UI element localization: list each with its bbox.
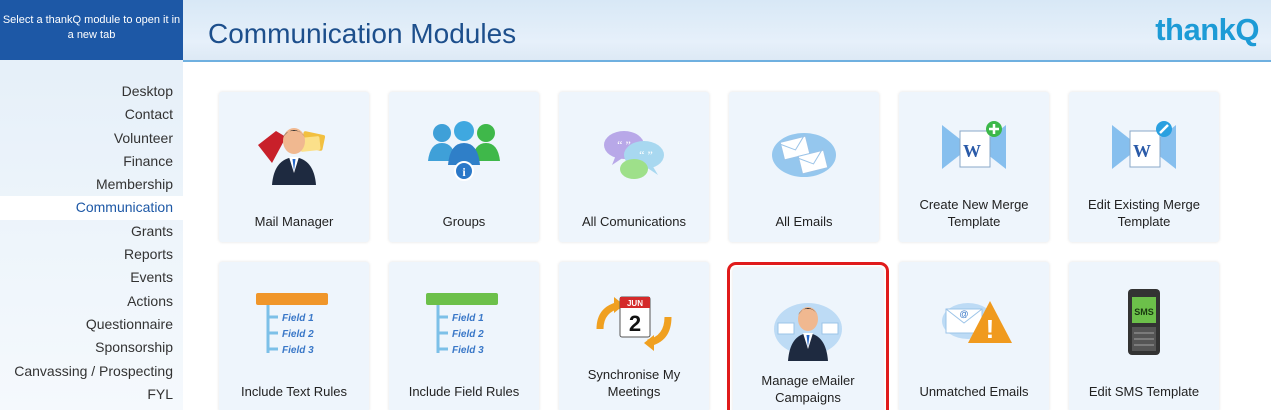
text-rules-icon: Field 1 Field 2 Field 3: [256, 293, 328, 356]
tile-label: Edit SMS Template: [1088, 384, 1200, 399]
rule-field-3: Field 3: [282, 345, 314, 356]
nav-item-grants[interactable]: Grants: [0, 220, 183, 243]
nav-item-questionnaire[interactable]: Questionnaire: [0, 313, 183, 336]
word-edit-icon: W: [1112, 121, 1176, 169]
tile-mail-manager[interactable]: Mail Manager: [219, 92, 369, 242]
nav-item-reports[interactable]: Reports: [0, 243, 183, 266]
svg-text:“ ”: “ ”: [639, 148, 653, 162]
module-grid: Mail Manager i Groups “ ” “ ” All Comuni…: [183, 62, 1271, 410]
nav-item-desktop[interactable]: Desktop: [0, 80, 183, 103]
tile-groups[interactable]: i Groups: [389, 92, 539, 242]
tile-label: All Comunications: [581, 214, 687, 229]
field-rules-icon: Field 1 Field 2 Field 3: [426, 293, 498, 356]
tile-label: All Emails: [775, 214, 833, 229]
svg-text:W: W: [963, 141, 981, 161]
tile-include-field-rules[interactable]: Field 1 Field 2 Field 3 Include Field Ru…: [389, 262, 539, 410]
tile-label: Unmatched Emails: [919, 384, 1029, 399]
tile-synchronise-my-meetings[interactable]: JUN 2 Synchronise My Meetings: [559, 262, 709, 410]
tile-edit-existing-merge-template[interactable]: W Edit Existing Merge Template: [1069, 92, 1219, 242]
sms-text: SMS: [1134, 307, 1154, 317]
tile-label: Include Text Rules: [241, 384, 347, 399]
emailer-person-icon: [774, 303, 842, 361]
tile-unmatched-emails[interactable]: @ ! Unmatched Emails: [899, 262, 1049, 410]
nav-item-canvassing-prospecting[interactable]: Canvassing / Prospecting: [0, 360, 183, 383]
rule-field-1: Field 1: [282, 313, 314, 324]
tile-label: Manage eMailer Campaigns: [761, 373, 855, 405]
nav-item-volunteer[interactable]: Volunteer: [0, 127, 183, 150]
sms-phone-icon: SMS: [1128, 289, 1160, 355]
email-warning-icon: @ !: [942, 301, 1012, 344]
rule-field-3: Field 3: [452, 345, 484, 356]
page-title: Communication Modules: [208, 18, 517, 49]
sidebar-header: Select a thankQ module to open it in a n…: [0, 0, 183, 60]
nav-item-fyl[interactable]: FYL: [0, 383, 183, 406]
tile-label: Edit Existing Merge Template: [1088, 197, 1200, 229]
nav-item-sponsorship[interactable]: Sponsorship: [0, 336, 183, 359]
nav-item-membership[interactable]: Membership: [0, 173, 183, 196]
tile-manage-emailer-campaigns[interactable]: Manage eMailer Campaigns: [727, 262, 889, 410]
svg-text:@: @: [959, 309, 968, 319]
mail-manager-icon: [258, 128, 326, 185]
calendar-sync-icon: JUN 2: [596, 296, 672, 351]
logo-text: thank: [1155, 12, 1236, 47]
rule-field-2: Field 2: [452, 329, 484, 340]
tile-include-text-rules[interactable]: Field 1 Field 2 Field 3 Include Text Rul…: [219, 262, 369, 410]
page-header: Communication Modules thankQ: [183, 0, 1271, 62]
logo-q: Q: [1235, 12, 1259, 47]
calendar-day: 2: [629, 311, 641, 336]
word-add-icon: W: [942, 121, 1006, 169]
tile-label: Include Field Rules: [408, 384, 520, 399]
svg-text:“ ”: “ ”: [617, 138, 631, 152]
thankq-logo: thankQ: [1155, 12, 1259, 48]
svg-text:!: !: [986, 314, 995, 344]
rule-field-1: Field 1: [452, 313, 484, 324]
nav-item-actions[interactable]: Actions: [0, 290, 183, 313]
rule-field-2: Field 2: [282, 329, 314, 340]
module-nav: Desktop Contact Volunteer Finance Member…: [0, 60, 183, 406]
nav-item-contact[interactable]: Contact: [0, 103, 183, 126]
tile-label: Mail Manager: [254, 214, 334, 229]
groups-icon: i: [428, 121, 500, 181]
module-sidebar: Select a thankQ module to open it in a n…: [0, 0, 183, 410]
tile-label: Synchronise My Meetings: [587, 367, 681, 399]
tile-all-comunications[interactable]: “ ” “ ” All Comunications: [559, 92, 709, 242]
nav-item-finance[interactable]: Finance: [0, 150, 183, 173]
tile-label: Create New Merge Template: [919, 197, 1029, 229]
envelopes-icon: [772, 133, 836, 177]
tile-create-new-merge-template[interactable]: W Create New Merge Template: [899, 92, 1049, 242]
svg-text:W: W: [1133, 141, 1151, 161]
calendar-month: JUN: [627, 299, 643, 308]
tile-all-emails[interactable]: All Emails: [729, 92, 879, 242]
nav-item-communication[interactable]: Communication: [0, 196, 183, 220]
nav-item-events[interactable]: Events: [0, 266, 183, 289]
chat-bubbles-icon: “ ” “ ”: [604, 131, 664, 179]
tile-label: Groups: [442, 214, 486, 229]
tile-edit-sms-template[interactable]: SMS Edit SMS Template: [1069, 262, 1219, 410]
